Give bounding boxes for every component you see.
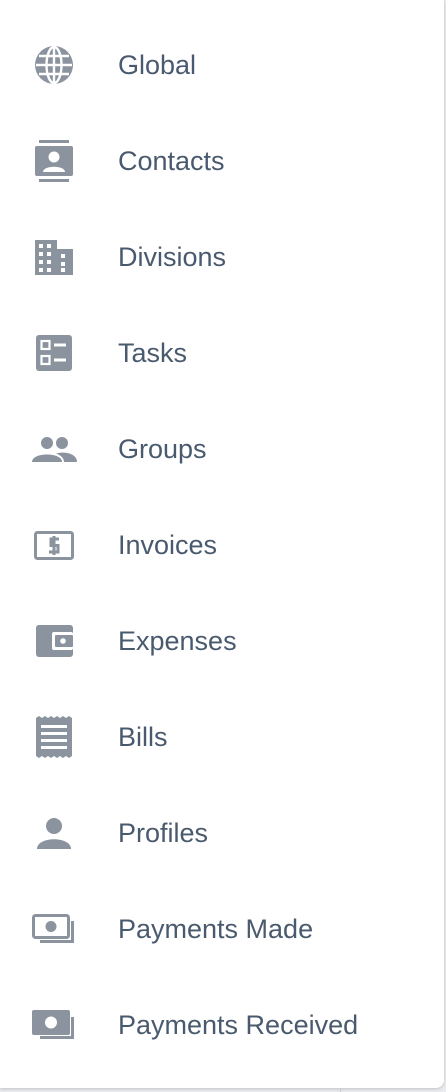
- people-icon: [30, 425, 78, 473]
- dollar-bill-icon: [30, 521, 78, 569]
- menu-item-label: Payments Received: [118, 1010, 359, 1040]
- menu-item-label: Payments Made: [118, 914, 314, 944]
- menu-item-contacts[interactable]: Contacts: [0, 113, 444, 209]
- menu-item-label: Global: [118, 50, 197, 80]
- payment-received-icon: [30, 1001, 78, 1049]
- menu-item-label: Profiles: [118, 818, 209, 848]
- payment-made-icon: [30, 905, 78, 953]
- menu-item-groups[interactable]: Groups: [0, 401, 444, 497]
- globe-icon: [30, 41, 78, 89]
- menu-item-expenses[interactable]: Expenses: [0, 593, 444, 689]
- contact-card-icon: [30, 137, 78, 185]
- menu-item-label: Bills: [118, 722, 168, 752]
- menu-item-tasks[interactable]: Tasks: [0, 305, 444, 401]
- menu-item-payments-received[interactable]: Payments Received: [0, 977, 444, 1073]
- checklist-icon: [30, 329, 78, 377]
- divider: [340, 1088, 341, 1092]
- menu-item-bills[interactable]: Bills: [0, 689, 444, 785]
- menu-item-label: Expenses: [118, 626, 237, 656]
- menu-item-payments-made[interactable]: Payments Made: [0, 881, 444, 977]
- menu-item-divisions[interactable]: Divisions: [0, 209, 444, 305]
- menu-item-profiles[interactable]: Profiles: [0, 785, 444, 881]
- menu-item-label: Divisions: [118, 242, 227, 272]
- receipt-icon: [30, 713, 78, 761]
- menu-item-label: Invoices: [118, 530, 218, 560]
- building-icon: [30, 233, 78, 281]
- menu-item-global[interactable]: Global: [0, 17, 444, 113]
- menu-item-label: Groups: [118, 434, 207, 464]
- menu-item-label: Contacts: [118, 146, 225, 176]
- person-icon: [30, 809, 78, 857]
- menu-item-label: Tasks: [118, 338, 188, 368]
- wallet-icon: [30, 617, 78, 665]
- navigation-menu: Global Contacts Divisions Tasks Groups I…: [0, 0, 444, 1088]
- menu-item-invoices[interactable]: Invoices: [0, 497, 444, 593]
